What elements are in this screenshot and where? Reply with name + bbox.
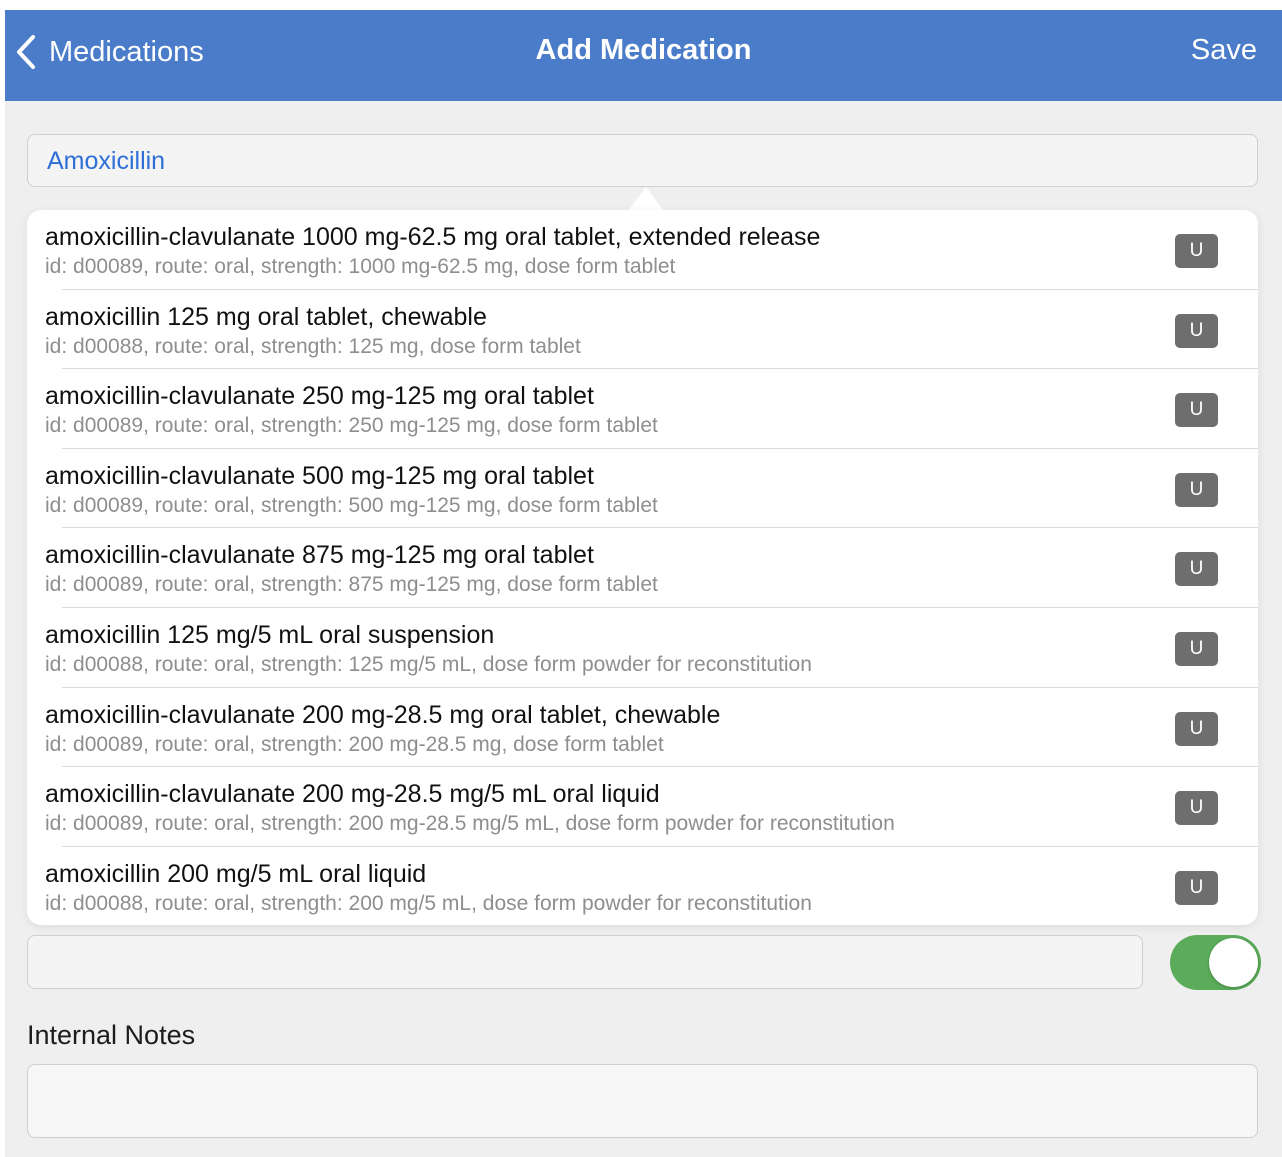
- suggestion-details: id: d00088, route: oral, strength: 125 m…: [45, 652, 812, 676]
- suggestion-item[interactable]: amoxicillin 125 mg/5 mL oral suspension i…: [27, 608, 1258, 688]
- suggestion-badge: U: [1175, 472, 1218, 507]
- suggestion-details: id: d00088, route: oral, strength: 200 m…: [45, 891, 812, 915]
- suggestion-badge: U: [1175, 711, 1218, 746]
- suggestion-details: id: d00089, route: oral, strength: 200 m…: [45, 812, 895, 836]
- suggestion-title: amoxicillin-clavulanate 200 mg-28.5 mg/5…: [45, 780, 660, 809]
- suggestion-badge: U: [1175, 234, 1218, 268]
- toggle-switch[interactable]: [1170, 935, 1261, 990]
- suggestion-item[interactable]: amoxicillin-clavulanate 200 mg-28.5 mg/5…: [27, 767, 1258, 847]
- toggle-knob: [1209, 938, 1258, 987]
- suggestion-badge: U: [1175, 552, 1218, 587]
- page-title: Add Medication: [535, 34, 752, 66]
- suggestion-title: amoxicillin-clavulanate 875 mg-125 mg or…: [45, 541, 594, 570]
- text-field[interactable]: [27, 935, 1143, 989]
- suggestion-title: amoxicillin 125 mg oral tablet, chewable: [45, 302, 487, 331]
- suggestion-title: amoxicillin 200 mg/5 mL oral liquid: [45, 859, 427, 888]
- suggestion-item[interactable]: amoxicillin 200 mg/5 mL oral liquid id: d…: [27, 847, 1258, 925]
- suggestion-details: id: d00089, route: oral, strength: 1000 …: [45, 255, 676, 278]
- suggestion-badge: U: [1175, 631, 1218, 666]
- suggestion-title: amoxicillin 125 mg/5 mL oral suspension: [45, 620, 495, 649]
- add-medication-screen: Medications Add Medication Save Amoxicil…: [5, 10, 1282, 1157]
- suggestion-title: amoxicillin-clavulanate 250 mg-125 mg or…: [45, 382, 594, 411]
- suggestion-details: id: d00089, route: oral, strength: 250 m…: [45, 414, 658, 438]
- suggestion-item[interactable]: amoxicillin-clavulanate 1000 mg-62.5 mg …: [27, 210, 1258, 290]
- internal-notes-field[interactable]: [27, 1064, 1258, 1138]
- suggestion-badge: U: [1175, 870, 1218, 905]
- suggestions-list: amoxicillin-clavulanate 1000 mg-62.5 mg …: [27, 210, 1258, 925]
- suggestion-details: id: d00088, route: oral, strength: 125 m…: [45, 334, 581, 358]
- navigation-bar: Medications Add Medication Save: [5, 10, 1282, 101]
- suggestion-item[interactable]: amoxicillin-clavulanate 500 mg-125 mg or…: [27, 449, 1258, 529]
- suggestion-title: amoxicillin-clavulanate 200 mg-28.5 mg o…: [45, 700, 721, 729]
- suggestion-item[interactable]: amoxicillin-clavulanate 200 mg-28.5 mg o…: [27, 688, 1258, 768]
- medication-search-input[interactable]: Amoxicillin: [27, 134, 1258, 187]
- suggestion-details: id: d00089, route: oral, strength: 500 m…: [45, 493, 658, 517]
- internal-notes-label: Internal Notes: [27, 1020, 196, 1050]
- suggestion-details: id: d00089, route: oral, strength: 875 m…: [45, 573, 658, 597]
- save-button[interactable]: Save: [1191, 34, 1257, 67]
- suggestion-item[interactable]: amoxicillin-clavulanate 875 mg-125 mg or…: [27, 528, 1258, 608]
- suggestion-item[interactable]: amoxicillin-clavulanate 250 mg-125 mg or…: [27, 369, 1258, 449]
- suggestion-title: amoxicillin-clavulanate 500 mg-125 mg or…: [45, 461, 594, 490]
- popover-arrow: [628, 187, 664, 211]
- suggestion-title: amoxicillin-clavulanate 1000 mg-62.5 mg …: [45, 223, 821, 251]
- suggestion-badge: U: [1175, 393, 1218, 428]
- search-input-value: Amoxicillin: [47, 147, 166, 175]
- suggestion-badge: U: [1175, 791, 1218, 826]
- medication-suggestions-popover: amoxicillin-clavulanate 1000 mg-62.5 mg …: [27, 210, 1258, 925]
- suggestion-badge: U: [1175, 313, 1218, 348]
- suggestion-details: id: d00089, route: oral, strength: 200 m…: [45, 732, 664, 756]
- suggestion-item[interactable]: amoxicillin 125 mg oral tablet, chewable…: [27, 290, 1258, 370]
